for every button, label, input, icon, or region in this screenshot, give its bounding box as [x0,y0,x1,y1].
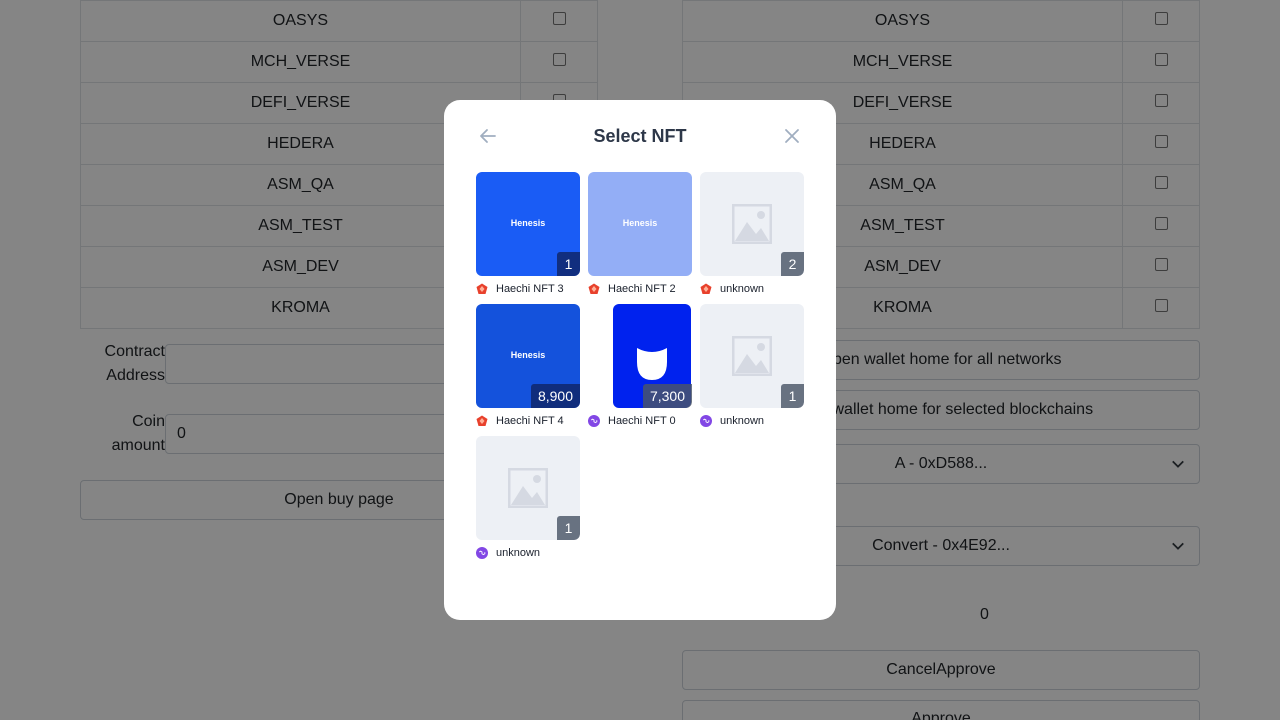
nft-caption: Haechi NFT 3 [476,282,564,296]
nft-count-badge: 1 [557,516,580,540]
nft-card[interactable]: 7,300 Haechi NFT 0 [588,304,692,428]
nft-thumbnail: 1 [476,436,580,540]
klaytn-icon [476,283,488,294]
nft-thumbnail: Henesis 1 [476,172,580,276]
close-button[interactable] [780,124,804,148]
image-placeholder-icon [732,204,772,244]
nft-caption: Haechi NFT 2 [588,282,676,296]
nft-name: Haechi NFT 2 [608,283,676,295]
nft-card[interactable]: Henesis 8,900 Haechi NFT 4 [476,304,580,428]
klaytn-icon [476,415,488,426]
klaytn-icon [588,283,600,294]
nft-card[interactable]: Henesis 1 Haechi NFT 3 [476,172,580,296]
nft-count-badge: 8,900 [530,384,580,408]
polygon-icon [588,415,600,427]
nft-card[interactable]: 1 unknown [700,304,804,428]
klaytn-icon [700,283,712,294]
nft-name: unknown [720,415,765,427]
nft-name: Haechi NFT 0 [608,415,676,427]
image-placeholder-icon [508,468,548,508]
henesis-logo: Henesis [510,218,546,228]
nft-card[interactable]: Henesis Haechi NFT 2 [588,172,692,296]
nft-thumbnail: 1 [700,304,804,408]
nft-thumbnail: 2 [700,172,804,276]
nft-caption: Haechi NFT 0 [588,414,676,428]
nft-caption: unknown [700,282,764,296]
nft-caption: unknown [476,546,540,560]
modal-title: Select NFT [593,126,687,146]
henesis-logo: Henesis [510,350,546,360]
nft-name: unknown [496,547,541,559]
select-nft-modal: Select NFT Henesis 1 Haechi NFT 3 Henesi… [444,100,836,620]
nft-count-badge: 7,300 [642,384,692,408]
close-icon [785,129,799,143]
nft-count-badge: 1 [557,252,580,276]
nft-thumbnail: 7,300 [588,304,692,408]
henesis-logo: Henesis [622,218,658,228]
nft-name: unknown [720,283,765,295]
nft-name: Haechi NFT 4 [496,415,564,427]
nft-card[interactable]: 2 unknown [700,172,804,296]
nft-thumbnail: Henesis [588,172,692,276]
nft-count-badge: 2 [781,252,804,276]
nft-caption: unknown [700,414,764,428]
polygon-icon [476,547,488,559]
modal-header: Select NFT [444,100,836,172]
nft-thumbnail: Henesis 8,900 [476,304,580,408]
nft-card[interactable]: 1 unknown [476,436,580,560]
image-placeholder-icon [732,336,772,376]
polygon-icon [700,415,712,427]
nft-count-badge: 1 [781,384,804,408]
nft-name: Haechi NFT 3 [496,283,564,295]
nft-caption: Haechi NFT 4 [476,414,564,428]
